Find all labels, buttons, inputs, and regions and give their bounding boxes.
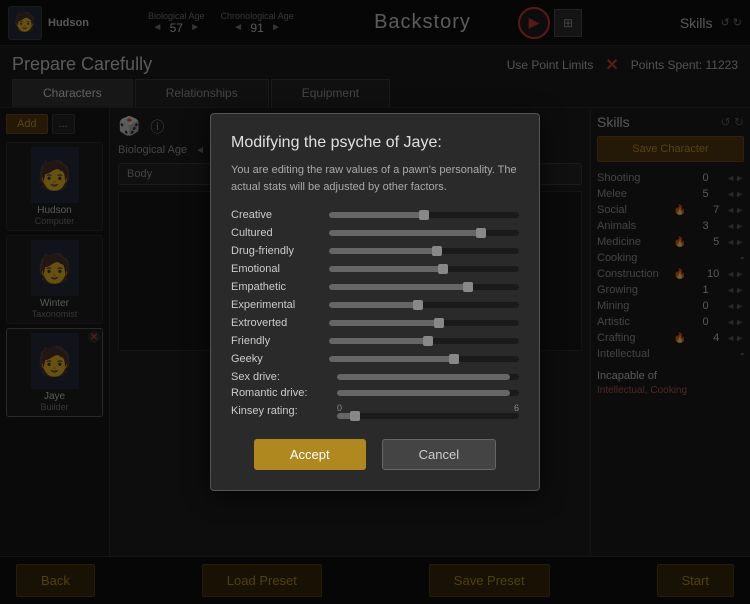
modal-overlay: Modifying the psyche of Jaye: You are ed… bbox=[0, 0, 750, 604]
trait-friendly-track[interactable] bbox=[329, 338, 519, 344]
trait-creative-track[interactable] bbox=[329, 212, 519, 218]
trait-experimental-track[interactable] bbox=[329, 302, 519, 308]
kinsey-thumb[interactable] bbox=[350, 411, 360, 421]
accept-button[interactable]: Accept bbox=[254, 439, 366, 470]
romantic-drive-row: Romantic drive: bbox=[231, 387, 519, 399]
kinsey-row: Kinsey rating: 0 6 bbox=[231, 403, 519, 419]
trait-experimental: Experimental bbox=[231, 299, 519, 311]
trait-empathetic: Empathetic bbox=[231, 281, 519, 293]
traits-scroll[interactable]: Creative Cultured Drug-friendly bbox=[231, 209, 519, 423]
trait-extroverted-track[interactable] bbox=[329, 320, 519, 326]
trait-empathetic-track[interactable] bbox=[329, 284, 519, 290]
sex-drive-row: Sex drive: bbox=[231, 371, 519, 383]
trait-creative-fill bbox=[329, 212, 424, 218]
cancel-button[interactable]: Cancel bbox=[382, 439, 496, 470]
sex-drive-track[interactable] bbox=[337, 374, 519, 380]
trait-geeky: Geeky bbox=[231, 353, 519, 365]
trait-drug-friendly-track[interactable] bbox=[329, 248, 519, 254]
trait-creative: Creative bbox=[231, 209, 519, 221]
trait-cultured: Cultured bbox=[231, 227, 519, 239]
modal-title: Modifying the psyche of Jaye: bbox=[231, 134, 519, 152]
psyche-modal: Modifying the psyche of Jaye: You are ed… bbox=[210, 113, 540, 491]
trait-cultured-track[interactable] bbox=[329, 230, 519, 236]
drive-section: Sex drive: Romantic drive: Kinsey rating… bbox=[231, 371, 519, 419]
kinsey-track[interactable] bbox=[337, 413, 519, 419]
trait-extroverted: Extroverted bbox=[231, 317, 519, 329]
modal-description: You are editing the raw values of a pawn… bbox=[231, 162, 519, 195]
kinsey-section: 0 6 bbox=[337, 403, 519, 419]
trait-friendly: Friendly bbox=[231, 335, 519, 347]
trait-creative-thumb[interactable] bbox=[419, 210, 429, 220]
kinsey-scale: 0 6 bbox=[337, 403, 519, 413]
modal-buttons: Accept Cancel bbox=[231, 439, 519, 470]
romantic-drive-track[interactable] bbox=[337, 390, 519, 396]
trait-drug-friendly: Drug-friendly bbox=[231, 245, 519, 257]
trait-emotional: Emotional bbox=[231, 263, 519, 275]
trait-emotional-track[interactable] bbox=[329, 266, 519, 272]
trait-geeky-track[interactable] bbox=[329, 356, 519, 362]
